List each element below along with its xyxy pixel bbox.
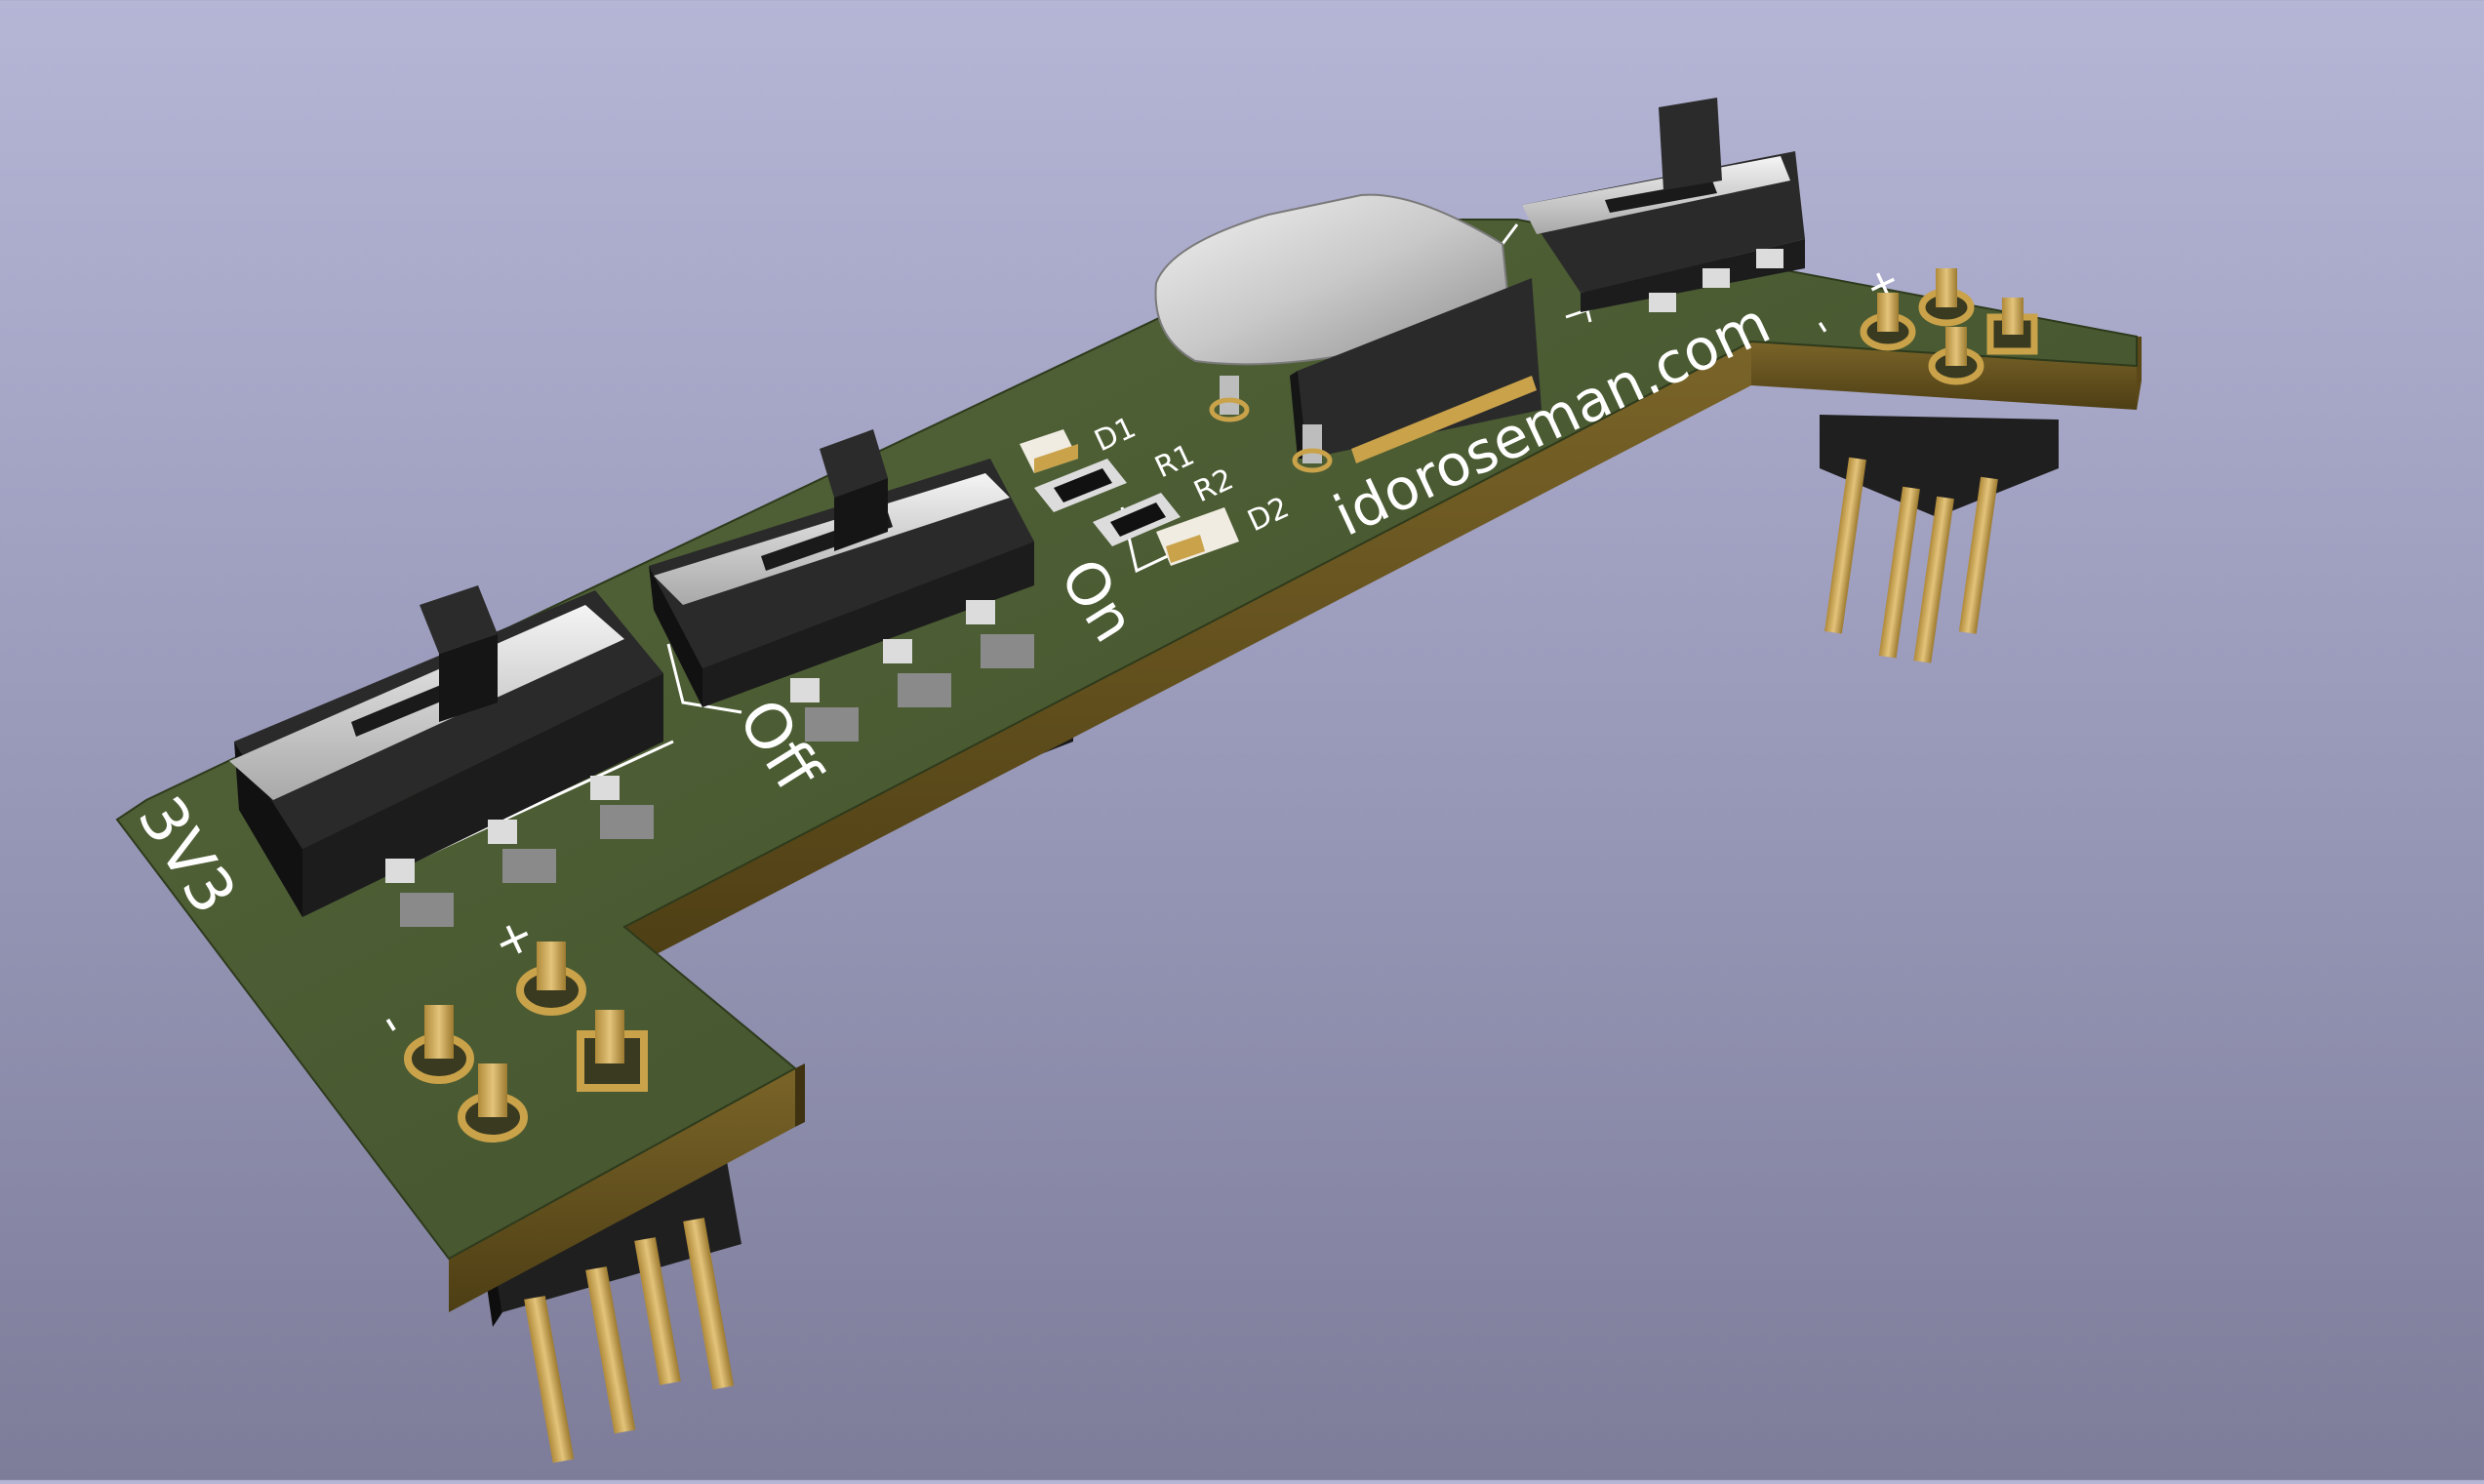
header-pin bbox=[1913, 496, 1954, 663]
header-pin-top bbox=[595, 1010, 624, 1063]
header-pin-top bbox=[537, 942, 566, 990]
pcb-render: 3V3 Off On D1 R1 R2 D2 idoroseman.com - … bbox=[115, 98, 2142, 1464]
header-pin bbox=[1824, 457, 1866, 634]
header-pin bbox=[585, 1266, 636, 1434]
header-pin-top bbox=[424, 1005, 454, 1059]
header-pin-top bbox=[1936, 268, 1957, 307]
header-pin-top bbox=[1945, 327, 1967, 366]
header-pin bbox=[524, 1296, 575, 1464]
header-pin-top bbox=[478, 1063, 507, 1117]
header-pin bbox=[1878, 486, 1920, 659]
header-pin-top bbox=[2002, 298, 2023, 335]
switch-actuator[interactable] bbox=[1659, 98, 1722, 190]
pcb-3d-viewport[interactable]: 3V3 Off On D1 R1 R2 D2 idoroseman.com - … bbox=[0, 0, 2484, 1480]
header-pin-top bbox=[1877, 293, 1899, 332]
right-pin-header bbox=[1820, 415, 2059, 663]
